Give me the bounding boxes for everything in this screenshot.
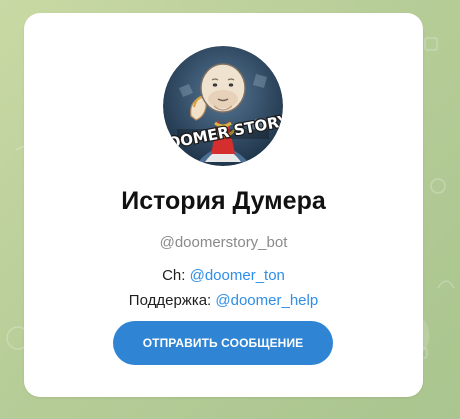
- channel-label: Ch:: [162, 267, 186, 284]
- bot-profile-card: DOOMER STORY История Думера @doomerstory…: [24, 13, 423, 397]
- support-label: Поддержка:: [128, 292, 212, 309]
- support-info-row: Поддержка: @doomer_help: [24, 292, 423, 309]
- channel-link[interactable]: @doomer_ton: [190, 267, 285, 284]
- bot-avatar: DOOMER STORY: [163, 46, 283, 166]
- send-message-button-label: ОТПРАВИТЬ СООБЩЕНИЕ: [142, 336, 304, 350]
- channel-info-row: Ch: @doomer_ton: [24, 267, 423, 284]
- bot-username: @doomerstory_bot: [159, 234, 288, 251]
- support-link[interactable]: @doomer_help: [215, 292, 318, 309]
- send-message-button[interactable]: ОТПРАВИТЬ СООБЩЕНИЕ: [113, 321, 333, 365]
- bot-title: История Думера: [121, 187, 326, 215]
